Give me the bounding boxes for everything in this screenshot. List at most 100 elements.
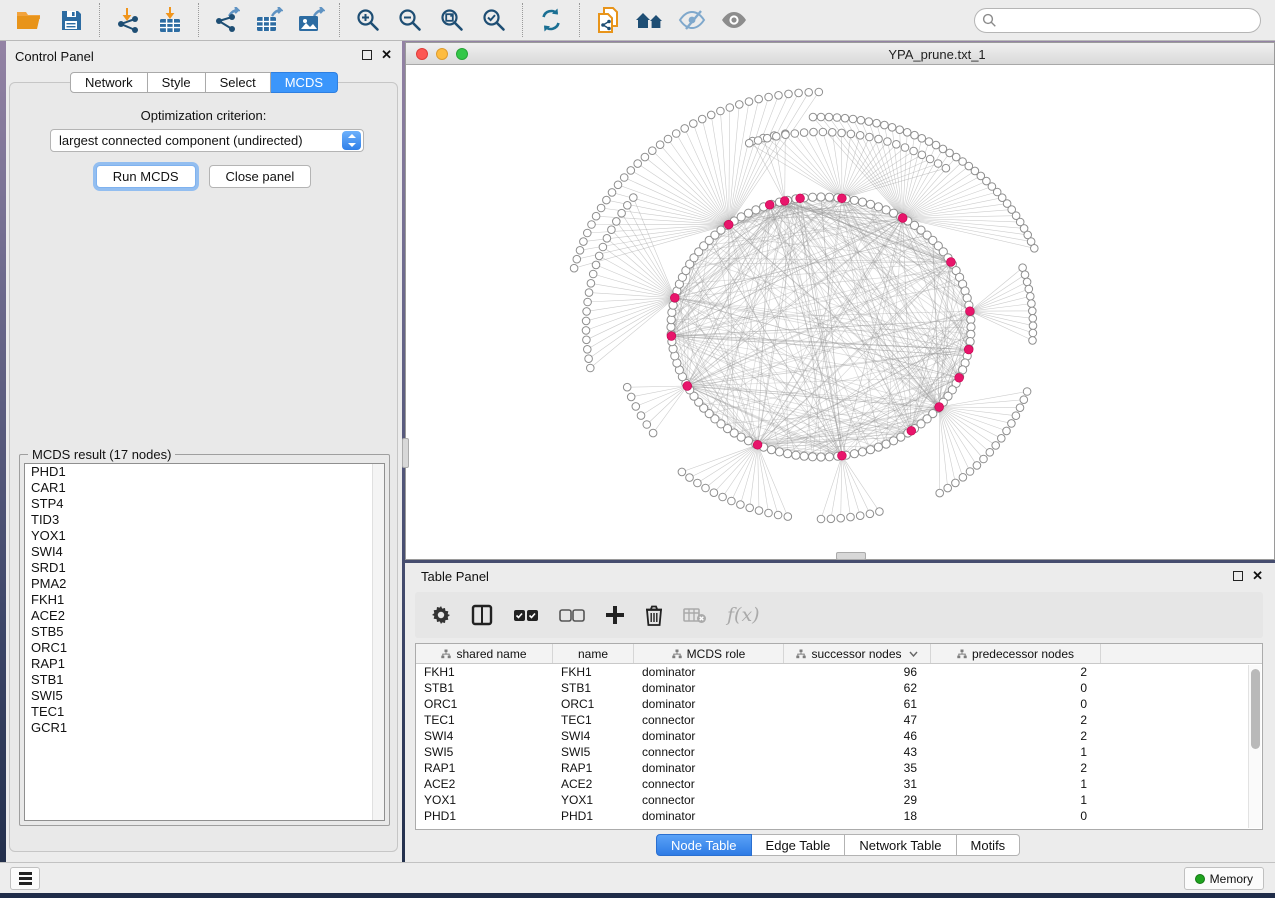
column-header-name[interactable]: name xyxy=(553,644,634,663)
mcds-result-item[interactable]: SWI4 xyxy=(25,544,384,560)
tab-select[interactable]: Select xyxy=(206,72,271,93)
deselect-all-icon[interactable] xyxy=(559,602,585,628)
result-scrollbar[interactable] xyxy=(372,464,384,820)
table-row[interactable]: PHD1PHD1dominator180 xyxy=(416,808,1262,824)
mcds-result-item[interactable]: RAP1 xyxy=(25,656,384,672)
table-row[interactable]: STB1STB1dominator620 xyxy=(416,680,1262,696)
column-header-successor-nodes[interactable]: successor nodes xyxy=(784,644,931,663)
mcds-result-item[interactable]: FKH1 xyxy=(25,592,384,608)
column-view-icon[interactable] xyxy=(471,602,493,628)
table-cell: dominator xyxy=(634,664,784,680)
mcds-result-item[interactable]: TEC1 xyxy=(25,704,384,720)
refresh-icon[interactable] xyxy=(534,4,568,36)
table-row[interactable]: ORC1ORC1dominator610 xyxy=(416,696,1262,712)
function-builder-icon[interactable]: f(x) xyxy=(727,602,760,628)
mcds-result-item[interactable]: SWI5 xyxy=(25,688,384,704)
mcds-result-title: MCDS result (17 nodes) xyxy=(28,447,175,462)
optimization-criterion-select[interactable]: largest connected component (undirected) xyxy=(50,129,364,152)
float-table-panel-icon[interactable] xyxy=(1233,571,1243,581)
mcds-result-item[interactable]: YOX1 xyxy=(25,528,384,544)
tab-edge-table[interactable]: Edge Table xyxy=(752,834,846,856)
mcds-result-item[interactable]: GCR1 xyxy=(25,720,384,736)
table-row[interactable]: ACE2ACE2connector311 xyxy=(416,776,1262,792)
save-session-icon[interactable] xyxy=(54,4,88,36)
table-row[interactable]: SWI4SWI4dominator462 xyxy=(416,728,1262,744)
mcds-result-item[interactable]: ACE2 xyxy=(25,608,384,624)
export-table-icon[interactable] xyxy=(252,4,286,36)
close-table-panel-icon[interactable]: ✕ xyxy=(1252,568,1263,584)
window-zoom-icon[interactable] xyxy=(456,48,468,60)
table-scrollbar[interactable] xyxy=(1248,665,1261,828)
mcds-result-item[interactable]: STP4 xyxy=(25,496,384,512)
table-cell: YOX1 xyxy=(416,792,553,808)
tab-motifs[interactable]: Motifs xyxy=(957,834,1021,856)
open-file-icon[interactable] xyxy=(12,4,46,36)
first-neighbors-icon[interactable] xyxy=(633,4,667,36)
table-toolbar: f(x) xyxy=(415,592,1263,638)
table-cell: FKH1 xyxy=(553,664,634,680)
panel-splitter-horizontal[interactable] xyxy=(836,552,866,560)
hide-selected-icon[interactable] xyxy=(675,4,709,36)
import-table-icon[interactable] xyxy=(153,4,187,36)
column-header-predecessor-nodes[interactable]: predecessor nodes xyxy=(931,644,1101,663)
mcds-result-item[interactable]: STB5 xyxy=(25,624,384,640)
table-cell: dominator xyxy=(634,680,784,696)
select-all-icon[interactable] xyxy=(513,602,539,628)
close-panel-button[interactable]: Close panel xyxy=(209,165,312,188)
window-minimize-icon[interactable] xyxy=(436,48,448,60)
mcds-result-item[interactable]: CAR1 xyxy=(25,480,384,496)
tab-mcds[interactable]: MCDS xyxy=(271,72,338,93)
settings-gear-icon[interactable] xyxy=(431,602,451,628)
import-network-icon[interactable] xyxy=(111,4,145,36)
tab-style[interactable]: Style xyxy=(148,72,206,93)
column-header-MCDS-role[interactable]: MCDS role xyxy=(634,644,784,663)
tab-network-table[interactable]: Network Table xyxy=(845,834,956,856)
run-mcds-button[interactable]: Run MCDS xyxy=(96,165,196,188)
table-row[interactable]: RAP1RAP1dominator352 xyxy=(416,760,1262,776)
duplicate-network-icon[interactable] xyxy=(591,4,625,36)
network-graph[interactable] xyxy=(406,65,1274,559)
mcds-result-item[interactable]: SRD1 xyxy=(25,560,384,576)
export-network-icon[interactable] xyxy=(210,4,244,36)
table-cell: 0 xyxy=(931,808,1101,824)
search-field[interactable] xyxy=(974,8,1261,33)
network-window-titlebar[interactable]: YPA_prune.txt_1 xyxy=(406,43,1274,65)
table-row[interactable]: SWI5SWI5connector431 xyxy=(416,744,1262,760)
memory-button[interactable]: Memory xyxy=(1184,867,1264,890)
panel-splitter-vertical[interactable] xyxy=(402,438,409,468)
table-row[interactable]: FKH1FKH1dominator962 xyxy=(416,664,1262,680)
mcds-result-item[interactable]: TID3 xyxy=(25,512,384,528)
float-panel-icon[interactable] xyxy=(362,50,372,60)
node-table: shared namenameMCDS rolesuccessor nodesp… xyxy=(415,643,1263,830)
mcds-result-item[interactable]: PHD1 xyxy=(25,464,384,480)
mcds-result-item[interactable]: ORC1 xyxy=(25,640,384,656)
delete-table-icon[interactable] xyxy=(683,602,707,628)
tab-network[interactable]: Network xyxy=(70,72,148,93)
table-cell: FKH1 xyxy=(416,664,553,680)
mcds-tab-content: Optimization criterion: largest connecte… xyxy=(9,82,398,852)
mcds-result-item[interactable]: PMA2 xyxy=(25,576,384,592)
delete-column-icon[interactable] xyxy=(645,602,663,628)
zoom-out-icon[interactable] xyxy=(393,4,427,36)
show-all-icon[interactable] xyxy=(717,4,751,36)
export-image-icon[interactable] xyxy=(294,4,328,36)
table-cell: dominator xyxy=(634,696,784,712)
search-input[interactable] xyxy=(974,8,1261,33)
tab-node-table[interactable]: Node Table xyxy=(656,834,752,856)
mcds-result-list[interactable]: PHD1CAR1STP4TID3YOX1SWI4SRD1PMA2FKH1ACE2… xyxy=(24,463,385,821)
control-panel-tabs: NetworkStyleSelectMCDS xyxy=(70,72,338,93)
column-header-shared-name[interactable]: shared name xyxy=(416,644,553,663)
close-panel-icon[interactable]: ✕ xyxy=(381,47,392,63)
network-canvas[interactable] xyxy=(406,65,1274,559)
mcds-result-item[interactable]: STB1 xyxy=(25,672,384,688)
window-close-icon[interactable] xyxy=(416,48,428,60)
zoom-in-icon[interactable] xyxy=(351,4,385,36)
zoom-selected-icon[interactable] xyxy=(477,4,511,36)
table-row[interactable]: TEC1TEC1connector472 xyxy=(416,712,1262,728)
zoom-fit-icon[interactable] xyxy=(435,4,469,36)
table-row[interactable]: YOX1YOX1connector291 xyxy=(416,792,1262,808)
table-cell: ACE2 xyxy=(416,776,553,792)
task-history-button[interactable] xyxy=(10,867,40,890)
add-column-icon[interactable] xyxy=(605,602,625,628)
table-scrollbar-thumb[interactable] xyxy=(1251,669,1260,749)
